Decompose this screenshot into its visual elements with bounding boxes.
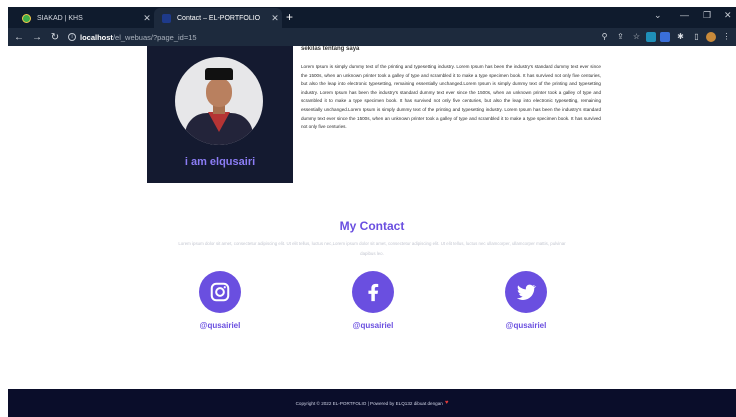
tab-siakad[interactable]: SIAKAD | KHS ✕ [14,8,154,28]
tab-search-chevron-icon[interactable]: ⌄ [654,10,662,21]
heart-icon: ♥ [444,400,449,406]
about-text: Lorem Ipsum is simply dummy text of the … [301,64,601,130]
bookmark-star-icon[interactable]: ☆ [630,31,643,43]
contact-title: My Contact [339,219,405,233]
side-panel-icon[interactable]: ▯ [690,31,703,43]
address-bar-row: ← → ↻ i localhost /el_webuas/?page_id=15… [8,28,736,46]
close-tab-icon[interactable]: ✕ [140,13,154,24]
reload-icon[interactable]: ↻ [48,32,62,43]
instagram-handle[interactable]: @qusairiel [175,321,265,330]
maximize-icon[interactable]: ❐ [703,10,711,21]
menu-kebab-icon[interactable]: ⋮ [720,31,733,43]
facebook-handle[interactable]: @qusairiel [328,321,418,330]
url-host: localhost [80,32,113,42]
profile-card: i am elqusairi [147,46,293,183]
close-window-icon[interactable]: ✕ [724,10,732,21]
profile-name: i am elqusairi [184,156,256,168]
about-section: sekilas tentang saya Lorem Ipsum is simp… [301,46,601,132]
facebook-icon[interactable] [352,271,394,313]
url-path: /el_webuas/?page_id=15 [112,32,197,42]
footer-text: Copyright © 2022 EL-PORTFOLIO | Powered … [295,400,443,406]
zoom-icon[interactable]: ⚲ [598,31,611,43]
address-bar[interactable]: i localhost /el_webuas/?page_id=15 [68,30,598,44]
tab-title: SIAKAD | KHS [37,14,83,22]
facebook-link[interactable]: @qusairiel [328,271,418,330]
twitter-icon[interactable] [505,271,547,313]
twitter-handle[interactable]: @qusairiel [481,321,571,330]
about-title: sekilas tentang saya [301,46,360,52]
tab-contact[interactable]: Contact – EL-PORTFOLIO ✕ [154,8,282,28]
contact-subtitle: Lorem ipsum dolor sit amet, consectetur … [178,241,566,256]
minimize-icon[interactable]: — [680,10,689,20]
page-content: i am elqusairi sekilas tentang saya Lore… [8,46,736,417]
siakad-favicon-icon [22,13,31,23]
back-icon[interactable]: ← [12,32,26,43]
share-icon[interactable]: ⇪ [614,31,627,43]
extensions-puzzle-icon[interactable]: ✱ [674,31,687,43]
extension-icon[interactable] [660,32,670,42]
footer: Copyright © 2022 EL-PORTFOLIO | Powered … [8,389,736,417]
forward-icon[interactable]: → [30,32,44,43]
extension-icon[interactable] [646,32,656,42]
new-tab-icon[interactable]: + [286,11,293,23]
site-info-icon[interactable]: i [68,33,76,41]
close-tab-icon[interactable]: ✕ [268,13,282,24]
portfolio-favicon-icon [162,13,171,23]
profile-avatar-icon[interactable] [706,32,716,42]
tab-title: Contact – EL-PORTFOLIO [177,14,261,22]
instagram-link[interactable]: @qusairiel [175,271,265,330]
profile-photo [175,57,263,145]
twitter-link[interactable]: @qusairiel [481,271,571,330]
tab-bar: SIAKAD | KHS ✕ Contact – EL-PORTFOLIO ✕ … [8,7,736,28]
instagram-icon[interactable] [199,271,241,313]
browser-window: SIAKAD | KHS ✕ Contact – EL-PORTFOLIO ✕ … [0,0,736,417]
